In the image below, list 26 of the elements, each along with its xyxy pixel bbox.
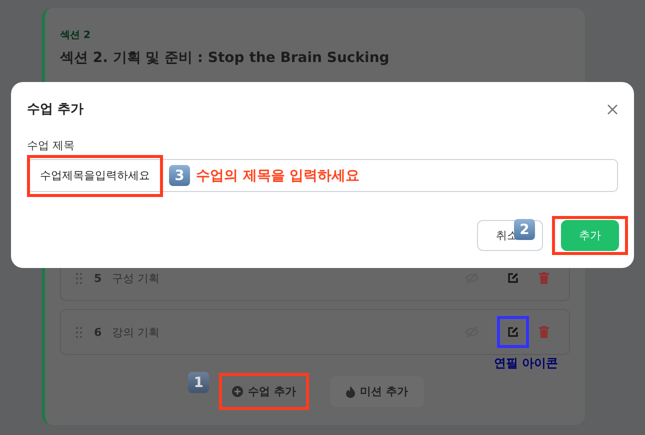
field-value: 수업제목을입력하세요 [27, 154, 163, 196]
drag-handle-icon[interactable] [76, 272, 82, 284]
dialog-title: 수업 추가 [27, 101, 84, 118]
add-button[interactable]: 미션 추가 [330, 376, 424, 407]
add-button[interactable]: 추가 [561, 220, 619, 251]
trash-icon[interactable] [539, 272, 549, 284]
field-label: 수업 제목 [27, 138, 76, 153]
plus-circle-icon [232, 386, 244, 397]
lesson-title: 강의 기획 [112, 324, 160, 340]
lesson-number: 6 [94, 326, 103, 338]
trash-icon[interactable] [539, 326, 549, 338]
edit-icon[interactable] [507, 272, 519, 284]
number-badge: 1 [188, 372, 210, 393]
drag-handle-icon[interactable] [76, 326, 82, 338]
section-label: 섹션 2 [60, 29, 92, 42]
number-badge: 3 [169, 165, 190, 186]
edit-icon[interactable] [507, 326, 519, 338]
annotation-note: 연필 아이콘 [494, 355, 558, 372]
section-title: 섹션 2. 기획 및 준비 : Stop the Brain Sucking [60, 49, 390, 67]
annotation-note: 수업의 제목을 입력하세요 [196, 166, 360, 184]
flame-icon [346, 386, 355, 398]
add-button[interactable]: 수업 추가 [222, 376, 306, 407]
close-icon[interactable] [607, 104, 618, 114]
lesson-title: 구성 기획 [112, 270, 160, 286]
number-badge: 2 [514, 219, 535, 240]
lesson-number: 5 [94, 272, 103, 284]
